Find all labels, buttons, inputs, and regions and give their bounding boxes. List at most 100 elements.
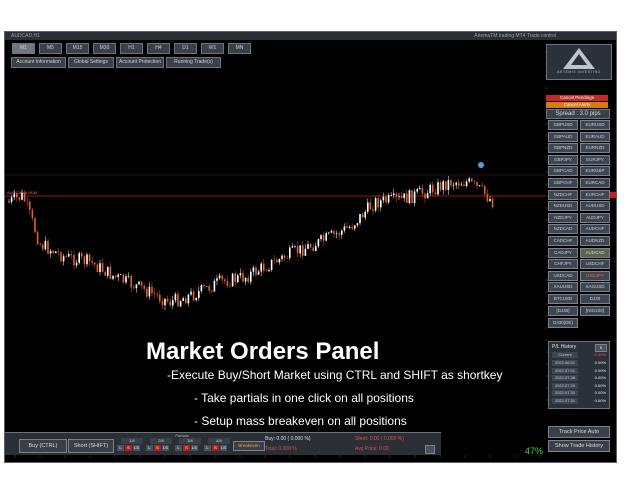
partial-4-s-button[interactable]: S — [212, 445, 219, 451]
breakeven-button[interactable]: Breakeven — [233, 441, 265, 451]
timeframe-m15[interactable]: M15 — [66, 43, 89, 54]
symbol-button-gbpcad[interactable]: GBPCAD — [548, 166, 578, 177]
symbol-button-eurcad[interactable]: EURCAD — [580, 178, 610, 188]
symbol-button-nzdjpy[interactable]: NZDJPY — [548, 212, 578, 223]
symbol-button-dj30[interactable]: DJ30 — [580, 294, 610, 304]
timeframe-w1[interactable]: W1 — [201, 43, 224, 54]
candle-body — [99, 263, 101, 272]
candle-body — [208, 286, 210, 291]
candle-body — [203, 285, 205, 287]
symbol-button-chfjpy[interactable]: CHFJPY — [548, 259, 578, 270]
top-button-account-information[interactable]: Account Information — [11, 57, 66, 68]
partial-3-s-button[interactable]: S — [183, 445, 190, 451]
symbol-button-gbpnzd[interactable]: GBPNZD — [548, 143, 578, 154]
candle-body — [161, 301, 164, 306]
top-button-account-protection[interactable]: Account Protection — [116, 57, 164, 68]
candle-body — [395, 193, 398, 197]
spread-display: Spread : 3.0 pips — [546, 109, 610, 119]
symbol-button-audjpy[interactable]: AUDJPY — [580, 212, 610, 223]
partial-1-s-button[interactable]: S — [125, 445, 132, 451]
symbol-button-eurgbp[interactable]: EURGBP — [580, 166, 610, 177]
candle-body — [458, 182, 460, 186]
symbol-button-cadchf[interactable]: CADCHF — [548, 236, 578, 246]
symbol-button-nig100[interactable]: [NIG100] — [580, 305, 610, 316]
symbol-button-nzdchf[interactable]: NZDCHF — [548, 189, 578, 200]
symbol-button-btcusd[interactable]: BTCUSD — [548, 294, 578, 304]
promo-line-3: - Setup mass breakeven on all positions — [194, 414, 407, 428]
symbol-button-cadjpy[interactable]: CADJPY — [548, 247, 578, 258]
cancel-pendings-button[interactable]: Cancel Pendings — [546, 95, 608, 101]
symbol-button-gbpchf[interactable]: GBPCHF — [548, 178, 578, 188]
history-value: 0.00% — [594, 375, 606, 380]
symbol-button-gbpjpy[interactable]: GBPJPY — [548, 154, 578, 165]
top-button-global-settings[interactable]: Global Settings — [68, 57, 114, 68]
symbol-button-usdchf[interactable]: USDCHF — [580, 259, 610, 270]
symbol-button-usdcad[interactable]: USDCAD — [548, 270, 578, 281]
symbol-button-dj30[interactable]: [DJ30] — [548, 305, 578, 316]
cancel-alerts-button[interactable]: Cancel Alerts — [546, 102, 608, 108]
partial-2-ls-button[interactable]: LS — [162, 445, 169, 451]
symbol-button-eurjpy[interactable]: EURJPY — [580, 154, 610, 165]
candle-body — [39, 244, 41, 245]
symbol-button-gbpusd[interactable]: GBPUSD — [548, 120, 578, 130]
candle-body — [372, 209, 374, 211]
timeframe-h4[interactable]: H4 — [147, 43, 170, 54]
symbol-button-audchf[interactable]: AUDCHF — [580, 224, 610, 235]
timeframe-m30[interactable]: M30 — [93, 43, 116, 54]
history-value: 0.00% — [594, 390, 606, 395]
symbol-button-last[interactable]: DJ30(DE) — [548, 318, 578, 328]
timeframe-mn[interactable]: MN — [228, 43, 251, 54]
symbol-button-audcad[interactable]: AUDCAD — [580, 247, 610, 258]
symbol-button-xauusd[interactable]: XAUUSD — [548, 282, 578, 293]
top-button-running-trade-s[interactable]: Running Trade(s) — [166, 57, 221, 68]
symbol-button-eurchf[interactable]: EURCHF — [580, 189, 610, 200]
timeframe-h1[interactable]: H1 — [120, 43, 143, 54]
candle-body — [437, 182, 439, 195]
candle-body — [489, 199, 491, 202]
partial-2-s-button[interactable]: S — [154, 445, 161, 451]
short-button[interactable]: Short (SHIFT) — [68, 439, 114, 453]
symbol-button-audusd[interactable]: AUDUSD — [580, 201, 610, 212]
candle-body — [83, 256, 86, 265]
candle-body — [491, 199, 494, 208]
partial-3-ls-button[interactable]: LS — [191, 445, 198, 451]
candle-body — [473, 181, 476, 182]
partial-1-ls-button[interactable]: LS — [133, 445, 140, 451]
symbol-button-eurusd[interactable]: EURUSD — [580, 120, 610, 130]
partial-3-l-button[interactable]: L — [175, 445, 182, 451]
candle-body — [481, 185, 483, 186]
candle-body — [65, 256, 67, 257]
symbol-button-usdjpy[interactable]: USDJPY — [580, 270, 610, 281]
partial-2-l-button[interactable]: L — [146, 445, 153, 451]
show-history-button[interactable]: Show Trade History — [548, 440, 610, 452]
symbol-button-euraud[interactable]: EURAUD — [580, 131, 610, 142]
candle-body — [26, 201, 28, 202]
candle-body — [23, 192, 26, 202]
candle-body — [250, 271, 252, 282]
lots-stepper[interactable] — [425, 445, 435, 454]
history-row: 2022.07.31 0.00% — [551, 397, 607, 404]
history-count-stepper[interactable]: 5 — [595, 344, 607, 352]
candle-body — [226, 280, 229, 286]
timeframe-m1[interactable]: M1 — [12, 43, 35, 54]
timeframe-d1[interactable]: D1 — [174, 43, 197, 54]
symbol-button-gbpaud[interactable]: GBPAUD — [548, 131, 578, 142]
candle-body — [16, 193, 18, 198]
buy-button[interactable]: Buy (CTRL) — [19, 439, 67, 453]
candle-body — [468, 178, 470, 182]
candle-body — [315, 246, 317, 252]
symbol-button-nzdusd[interactable]: NZDUSD — [548, 201, 578, 212]
track-price-button[interactable]: Track Price Auto — [548, 426, 610, 438]
history-value: 0.00% — [594, 367, 606, 373]
candle-body — [10, 197, 13, 202]
history-row: 2022.07.29 0.00% — [551, 382, 607, 389]
symbol-button-nzdcad[interactable]: NZDCAD — [548, 224, 578, 235]
partial-1-l-button[interactable]: L — [117, 445, 124, 451]
partial-4-ls-button[interactable]: LS — [220, 445, 227, 451]
timeframe-m5[interactable]: M5 — [39, 43, 62, 54]
symbol-button-audnzd[interactable]: AUDNZD — [580, 236, 610, 246]
candle-body — [348, 227, 351, 228]
symbol-button-xagusd[interactable]: XAGUSD — [580, 282, 610, 293]
partial-4-l-button[interactable]: L — [204, 445, 211, 451]
symbol-button-eurnzd[interactable]: EURNZD — [580, 143, 610, 154]
